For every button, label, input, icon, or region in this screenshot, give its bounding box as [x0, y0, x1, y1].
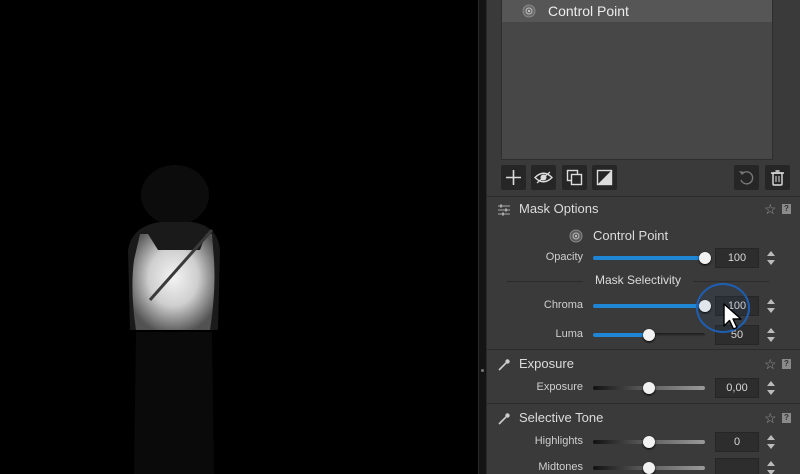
midtones-slider[interactable] [593, 462, 705, 474]
help-icon[interactable]: ? [782, 359, 791, 369]
help-icon[interactable]: ? [782, 413, 791, 423]
opacity-slider[interactable] [593, 252, 711, 264]
highlights-row: Highlights 0 [487, 431, 800, 453]
invert-mask-button[interactable] [592, 165, 617, 190]
mouse-pointer-icon [723, 303, 742, 330]
mask-list: Control Point [501, 0, 773, 160]
section-divider [487, 349, 800, 350]
opacity-value[interactable]: 100 [715, 248, 759, 268]
eyedropper-icon [498, 359, 510, 371]
trash-icon [771, 170, 784, 186]
exposure-value[interactable]: 0,00 [715, 378, 759, 398]
sliders-icon [498, 204, 510, 216]
highlights-label: Highlights [534, 435, 583, 447]
chroma-label: Chroma [543, 299, 583, 311]
opacity-row: Opacity 100 [487, 247, 800, 269]
tool-panel: Control Point Mask Options ☆ ? Control P… [487, 0, 800, 474]
mask-toolbar [501, 165, 790, 191]
luma-row: Luma 50 [487, 324, 800, 346]
opacity-stepper[interactable] [764, 247, 778, 269]
favorite-star-icon[interactable]: ☆ [764, 410, 777, 427]
eyedropper-icon [498, 413, 510, 425]
section-title: Exposure [519, 356, 574, 371]
duplicate-icon [566, 169, 583, 186]
eye-icon [534, 171, 553, 184]
image-canvas[interactable] [0, 0, 478, 474]
exposure-header[interactable]: Exposure ☆ ? [487, 354, 800, 376]
selective-tone-header[interactable]: Selective Tone ☆ ? [487, 408, 800, 430]
mask-options-header[interactable]: Mask Options ☆ ? [487, 199, 800, 221]
exposure-slider-thumb[interactable] [643, 382, 655, 394]
duplicate-mask-button[interactable] [562, 165, 587, 190]
luma-stepper[interactable] [764, 324, 778, 346]
section-divider [487, 196, 800, 197]
favorite-star-icon[interactable]: ☆ [764, 356, 777, 373]
section-title: Mask Options [519, 201, 599, 216]
mask-item-label: Control Point [548, 3, 629, 19]
control-point-icon [569, 229, 583, 243]
highlights-stepper[interactable] [764, 431, 778, 453]
mask-list-item[interactable]: Control Point [502, 0, 772, 22]
control-point-label: Control Point [593, 228, 669, 243]
divider-grip[interactable] [481, 369, 484, 372]
chroma-stepper[interactable] [764, 295, 778, 317]
chroma-slider[interactable] [593, 300, 711, 312]
section-title: Selective Tone [519, 410, 604, 425]
highlights-slider[interactable] [593, 436, 705, 448]
exposure-label: Exposure [536, 381, 583, 393]
exposure-slider[interactable] [593, 382, 705, 394]
section-divider [487, 403, 800, 404]
help-icon[interactable]: ? [782, 204, 791, 214]
exposure-stepper[interactable] [764, 377, 778, 399]
luma-slider[interactable] [593, 329, 705, 341]
highlights-value[interactable]: 0 [715, 432, 759, 452]
midtones-row: Midtones [487, 457, 800, 474]
control-point-selector[interactable]: Control Point [487, 226, 800, 246]
luma-slider-fill [593, 333, 649, 337]
luma-label: Luma [555, 328, 583, 340]
midtones-slider-thumb[interactable] [643, 462, 655, 474]
exposure-row: Exposure 0,00 [487, 377, 800, 399]
highlights-slider-thumb[interactable] [643, 436, 655, 448]
opacity-slider-fill [593, 256, 705, 260]
chroma-slider-fill [593, 304, 705, 308]
toggle-visibility-button[interactable] [531, 165, 556, 190]
add-icon [506, 170, 521, 185]
luma-slider-thumb[interactable] [643, 329, 655, 341]
opacity-label: Opacity [545, 251, 583, 263]
midtones-value[interactable] [715, 458, 759, 474]
opacity-slider-thumb[interactable] [699, 252, 711, 264]
reset-mask-button[interactable] [734, 165, 759, 190]
favorite-star-icon[interactable]: ☆ [764, 201, 777, 218]
photo-subject [128, 165, 220, 474]
control-point-icon [522, 4, 536, 18]
invert-mask-icon [596, 169, 613, 186]
delete-mask-button[interactable] [765, 165, 790, 190]
midtones-stepper[interactable] [764, 457, 778, 474]
add-mask-button[interactable] [501, 165, 526, 190]
chroma-row: Chroma 100 [487, 295, 800, 317]
reset-icon [739, 171, 754, 185]
panel-divider[interactable] [478, 0, 487, 474]
midtones-label: Midtones [538, 461, 583, 473]
